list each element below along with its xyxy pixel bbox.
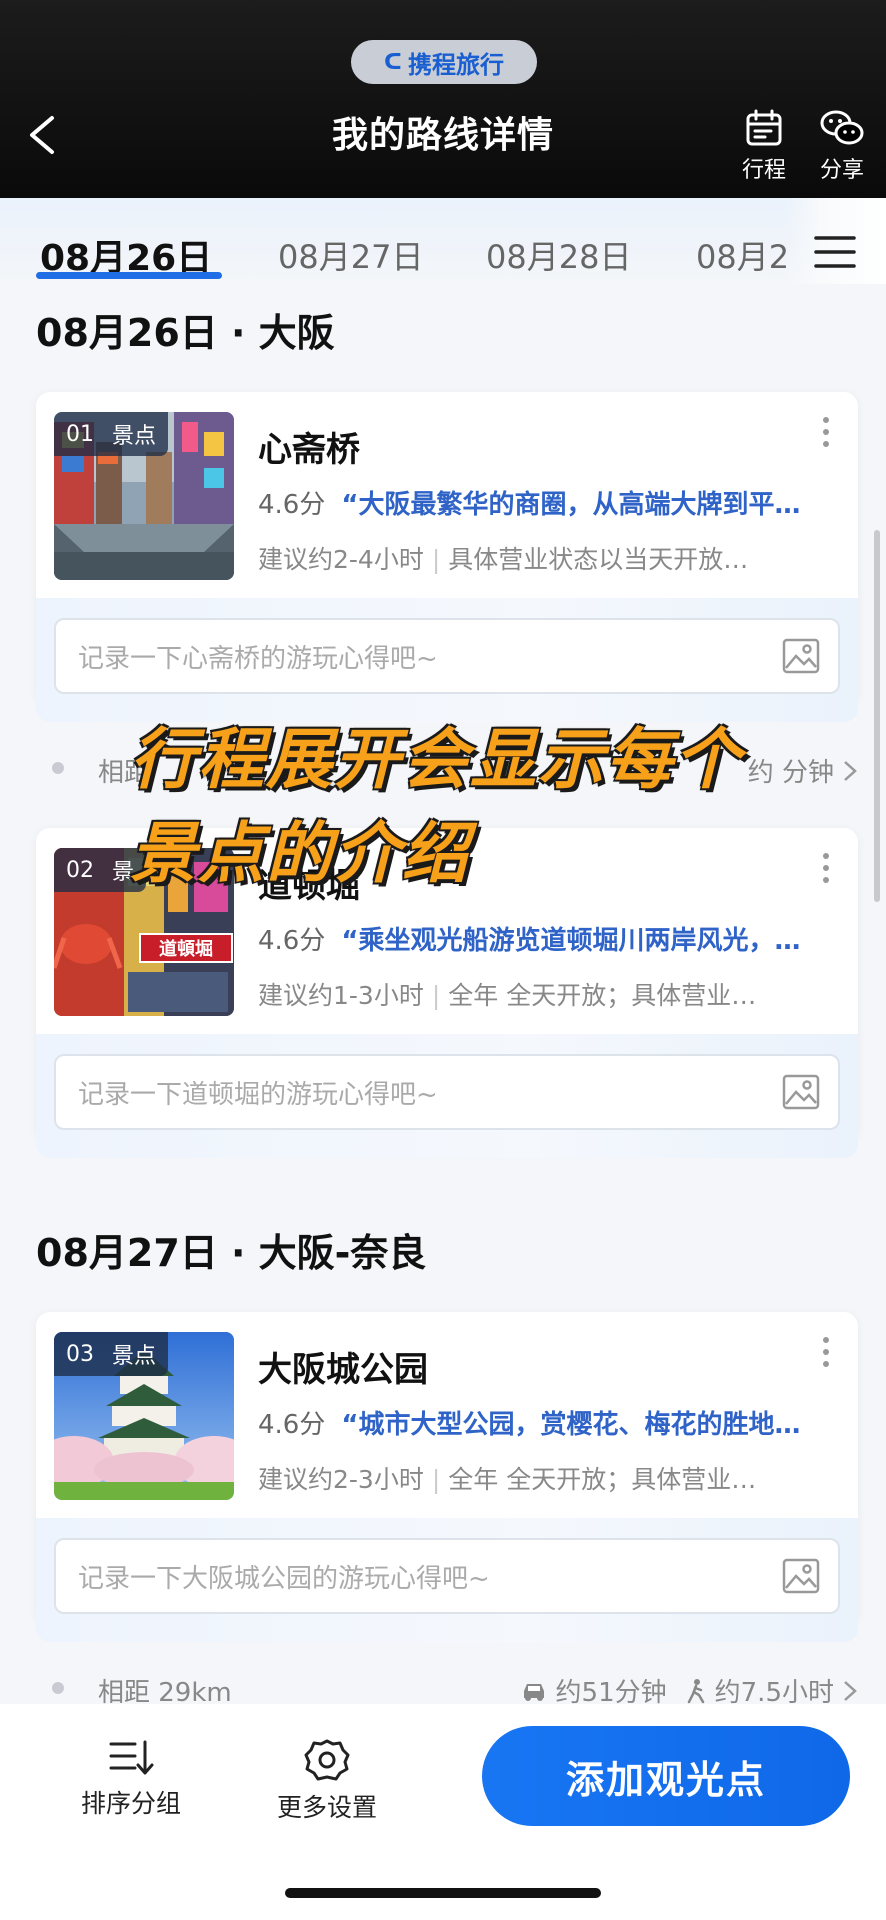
day-header: 08月26日 · 大阪 <box>36 311 335 355</box>
spot-badge: 01 景点 <box>54 412 169 456</box>
brand-watermark: ᑕ 携程旅行 <box>351 40 537 84</box>
spot-quote: “城市大型公园，赏樱花、梅花的胜地… <box>341 1410 801 1440</box>
date-tab-0828[interactable]: 08月28日 <box>486 232 631 278</box>
date-tabs: 08月26日 08月27日 08月28日 08月2 <box>0 198 886 284</box>
spot-card[interactable]: 01 景点 心斋桥 4.6分 “大阪最繁华的商圈，从高端大牌到平… 建议约2-4小… <box>36 392 858 722</box>
note-input[interactable]: 记录一下大阪城公园的游玩心得吧~ <box>54 1538 840 1614</box>
overlay-caption-line1: 行程展开会显示每个 <box>130 721 742 798</box>
day-header: 08月27日 · 大阪-奈良 <box>36 1231 427 1275</box>
more-options-button[interactable] <box>814 412 838 452</box>
note-zone: 记录一下道顿堀的游玩心得吧~ <box>36 1034 858 1158</box>
spot-card[interactable]: 03 景点 大阪城公园 4.6分 “城市大型公园，赏樱花、梅花的胜地… 建议约2-… <box>36 1312 858 1642</box>
bottom-bar: 排序分组 更多设置 添加观光点 <box>0 1704 886 1920</box>
note-zone: 记录一下大阪城公园的游玩心得吧~ <box>36 1518 858 1642</box>
menu-icon <box>814 236 856 268</box>
spot-hours: 全年 全天开放；具体营业… <box>448 981 757 1010</box>
add-attraction-button[interactable]: 添加观光点 <box>482 1726 850 1826</box>
spot-duration: 建议约2-3小时 <box>258 1465 424 1494</box>
spot-rating-line: 4.6分 “乘坐观光船游览道顿堀川两岸风光，… <box>258 920 838 957</box>
separator: | <box>431 545 441 574</box>
travel-time: 约 分钟 <box>748 752 858 789</box>
more-vertical-icon <box>823 417 829 447</box>
spot-quote: “乘坐观光船游览道顿堀川两岸风光，… <box>341 926 801 956</box>
separator: | <box>431 1465 441 1494</box>
trip-label: 行程 <box>741 158 786 183</box>
date-tab-0829[interactable]: 08月2 <box>696 232 789 278</box>
active-tab-indicator <box>36 272 222 279</box>
chevron-right-icon <box>844 1680 857 1701</box>
chevron-right-icon <box>844 760 857 781</box>
image-upload-icon[interactable] <box>782 1074 820 1110</box>
brand-name: 携程旅行 <box>407 50 504 79</box>
more-settings-label: 更多设置 <box>276 1793 377 1822</box>
note-placeholder: 记录一下心斋桥的游玩心得吧~ <box>78 643 438 674</box>
home-indicator <box>285 1888 601 1898</box>
calendar-icon <box>746 109 782 146</box>
sort-group-button[interactable]: 排序分组 <box>66 1738 196 1820</box>
travel-time-text: 约 分钟 <box>747 758 834 788</box>
image-upload-icon[interactable] <box>782 1558 820 1594</box>
scrollbar[interactable] <box>874 530 880 902</box>
menu-button[interactable] <box>812 232 858 272</box>
top-bar: ᑕ 携程旅行 我的路线详情 行程 分享 <box>0 0 886 198</box>
spot-rating-line: 4.6分 “城市大型公园，赏樱花、梅花的胜地… <box>258 1404 838 1441</box>
spot-hours: 具体营业状态以当天开放… <box>448 545 749 574</box>
date-tab-0827[interactable]: 08月27日 <box>278 232 423 278</box>
spot-hours: 全年 全天开放；具体营业… <box>448 1465 757 1494</box>
note-placeholder: 记录一下道顿堀的游玩心得吧~ <box>78 1079 438 1110</box>
more-vertical-icon <box>823 853 829 883</box>
gear-icon <box>304 1739 350 1781</box>
spot-duration: 建议约1-3小时 <box>258 981 424 1010</box>
note-zone: 记录一下心斋桥的游玩心得吧~ <box>36 598 858 722</box>
spot-quote: “大阪最繁华的商圈，从高端大牌到平… <box>341 490 801 520</box>
spot-index: 03 <box>66 1341 94 1367</box>
spot-duration: 建议约2-4小时 <box>258 545 424 574</box>
share-label: 分享 <box>819 158 864 183</box>
spot-type: 景点 <box>112 1344 157 1369</box>
spot-info-line: 建议约2-4小时 | 具体营业状态以当天开放… <box>258 540 838 576</box>
spot-info-line: 建议约1-3小时 | 全年 全天开放；具体营业… <box>258 976 838 1012</box>
trip-button[interactable]: 行程 <box>729 108 799 184</box>
walk-icon <box>687 1678 704 1703</box>
image-upload-icon[interactable] <box>782 638 820 674</box>
wechat-icon <box>820 110 864 145</box>
spot-thumbnail[interactable]: 03 景点 <box>54 1332 234 1500</box>
spot-thumbnail[interactable]: 01 景点 <box>54 412 234 580</box>
more-options-button[interactable] <box>814 848 838 888</box>
spot-rating-line: 4.6分 “大阪最繁华的商圈，从高端大牌到平… <box>258 484 838 521</box>
spot-name[interactable]: 大阪城公园 <box>258 1342 428 1391</box>
note-input[interactable]: 记录一下道顿堀的游玩心得吧~ <box>54 1054 840 1130</box>
more-vertical-icon <box>823 1337 829 1367</box>
overlay-caption-line2: 景点的介绍 <box>130 815 470 892</box>
spot-type: 景点 <box>112 424 157 449</box>
distance-row[interactable]: 相距 29km 约51分钟 约7.5小时 <box>52 1668 858 1708</box>
more-options-button[interactable] <box>814 1332 838 1372</box>
spot-score: 4.6分 <box>258 490 326 520</box>
note-placeholder: 记录一下大阪城公园的游玩心得吧~ <box>78 1563 490 1594</box>
car-icon <box>523 1683 544 1701</box>
share-button[interactable]: 分享 <box>807 108 877 184</box>
spot-score: 4.6分 <box>258 1410 326 1440</box>
timeline-dot <box>52 762 64 774</box>
spot-index: 02 <box>66 857 94 883</box>
more-settings-button[interactable]: 更多设置 <box>262 1738 392 1824</box>
spot-info-line: 建议约2-3小时 | 全年 全天开放；具体营业… <box>258 1460 838 1496</box>
sort-group-label: 排序分组 <box>80 1789 181 1818</box>
note-input[interactable]: 记录一下心斋桥的游玩心得吧~ <box>54 618 840 694</box>
ctrip-logo-icon: ᑕ <box>384 49 402 75</box>
spot-name[interactable]: 心斋桥 <box>258 422 360 471</box>
sort-icon <box>109 1740 154 1775</box>
timeline-dot <box>52 1682 64 1694</box>
spot-badge: 03 景点 <box>54 1332 169 1376</box>
spot-score: 4.6分 <box>258 926 326 956</box>
separator: | <box>431 981 441 1010</box>
svg-text:道頓堀: 道頓堀 <box>159 938 213 960</box>
spot-index: 01 <box>66 421 94 447</box>
